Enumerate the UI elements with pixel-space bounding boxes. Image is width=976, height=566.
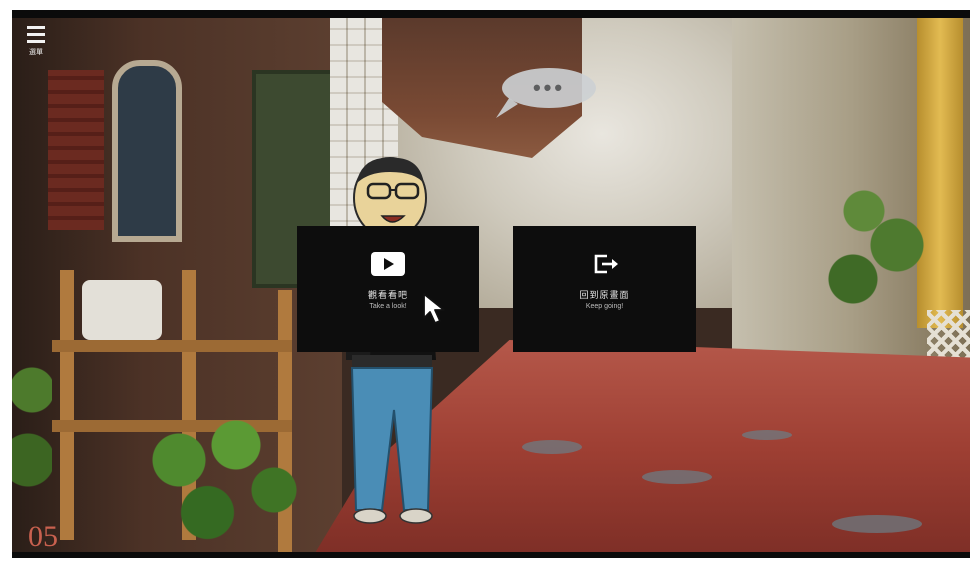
menu-button[interactable]: 選單: [25, 26, 47, 60]
menu-label: 選單: [29, 49, 43, 56]
right-potted-plant: [820, 160, 930, 330]
alley-scene-background: [12, 10, 970, 558]
choice-title: 回到原畫面: [579, 290, 630, 300]
floor-tile: [832, 515, 922, 533]
take-a-look-button[interactable]: 觀看看吧 Take a look!: [297, 226, 479, 352]
hamburger-menu-icon: [27, 26, 45, 29]
speech-bubble: •••: [502, 68, 596, 108]
floor-tile: [742, 430, 792, 440]
game-viewport: •••: [12, 10, 970, 558]
letterbox-bottom: [12, 552, 970, 558]
red-shutter: [48, 70, 104, 230]
play-icon: [371, 252, 405, 276]
exit-icon: [594, 254, 618, 274]
choice-subtitle: Keep going!: [585, 303, 624, 310]
floor-tile: [522, 440, 582, 454]
hamburger-line: [27, 33, 45, 36]
edge-plant: [12, 310, 52, 510]
hamburger-line: [27, 40, 45, 43]
arched-window: [112, 60, 182, 242]
letterbox-top: [12, 10, 970, 18]
floor-tile: [642, 470, 712, 484]
shelf-post: [60, 270, 74, 540]
shelf-plank: [52, 340, 292, 352]
mouse-cursor-icon: [423, 293, 445, 324]
choice-title: 觀看看吧: [367, 290, 408, 300]
choice-subtitle: Take a look!: [369, 303, 407, 310]
left-potted-plant: [122, 400, 312, 550]
chapter-number: 05: [28, 520, 58, 553]
keep-going-button[interactable]: 回到原畫面 Keep going!: [513, 226, 696, 352]
